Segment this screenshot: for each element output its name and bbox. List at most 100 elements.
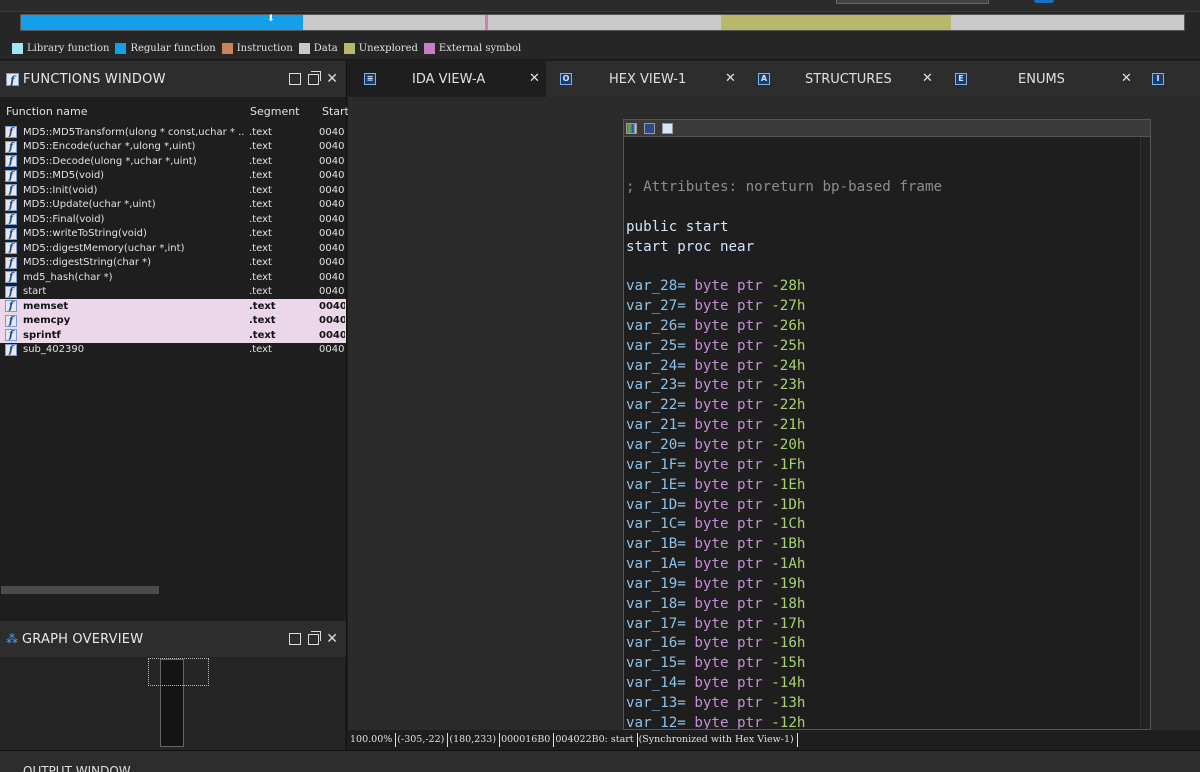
- horizontal-scrollbar[interactable]: [0, 585, 345, 595]
- code-var-line[interactable]: var_26= byte ptr -26h: [626, 317, 942, 337]
- function-start: 00401: [319, 126, 345, 138]
- function-row[interactable]: f MD5::Encode(uchar *,ulong *,uint) .text 0…: [0, 140, 346, 155]
- functions-list[interactable]: f MD5::MD5Transform(ulong * const,uchar *…: [0, 125, 346, 357]
- float-icon[interactable]: [308, 630, 322, 645]
- column-header-segment[interactable]: Segment: [250, 105, 300, 118]
- code-var-line[interactable]: var_28= byte ptr -28h: [626, 277, 942, 297]
- nav-segment-external-symbol[interactable]: [485, 15, 488, 30]
- legend-label: Library function: [27, 43, 110, 54]
- code-var-line[interactable]: var_22= byte ptr -22h: [626, 396, 942, 416]
- tab-more[interactable]: I: [1140, 61, 1200, 97]
- close-icon[interactable]: ✕: [326, 72, 338, 86]
- column-header-function-name[interactable]: Function name: [6, 105, 87, 118]
- toolbar-button[interactable]: [1034, 0, 1054, 3]
- code-var-line[interactable]: var_15= byte ptr -15h: [626, 654, 942, 674]
- code-var-line[interactable]: var_21= byte ptr -21h: [626, 416, 942, 436]
- maximize-icon[interactable]: [289, 633, 302, 645]
- output-window[interactable]: OUTPUT WINDOW: [0, 750, 1200, 772]
- nav-segment-data[interactable]: [491, 15, 719, 30]
- code-var-line[interactable]: var_14= byte ptr -14h: [626, 674, 942, 694]
- functions-window-title: FUNCTIONS WINDOW: [23, 71, 166, 87]
- tab-ida-view-a[interactable]: ≡ IDA VIEW-A ✕: [348, 61, 546, 97]
- edit-icon[interactable]: [644, 123, 655, 134]
- toolbar-strip: [0, 0, 1200, 12]
- code-var-line[interactable]: var_23= byte ptr -23h: [626, 376, 942, 396]
- tab-hex-view-1[interactable]: O HEX VIEW-1 ✕: [546, 61, 744, 97]
- graph-overview-canvas[interactable]: [0, 657, 345, 751]
- function-row[interactable]: f sprintf .text 0040: [0, 328, 346, 343]
- function-row[interactable]: f memcpy .text 0040: [0, 313, 346, 328]
- code-blank[interactable]: [626, 257, 942, 277]
- column-header-start[interactable]: Start: [322, 105, 349, 118]
- code-var-line[interactable]: var_20= byte ptr -20h: [626, 436, 942, 456]
- close-icon[interactable]: ✕: [326, 632, 338, 646]
- function-row[interactable]: f MD5::Update(uchar *,uint) .text 00401: [0, 198, 346, 213]
- legend-swatch: [221, 43, 233, 54]
- function-row[interactable]: f MD5::MD5(void) .text 00401: [0, 169, 346, 184]
- maximize-icon[interactable]: [289, 73, 302, 85]
- nav-segment-regular-function[interactable]: [21, 15, 303, 30]
- code-var-line[interactable]: var_24= byte ptr -24h: [626, 357, 942, 377]
- code-var-line[interactable]: var_1D= byte ptr -1Dh: [626, 496, 942, 516]
- nav-segment-data[interactable]: [954, 15, 1184, 30]
- function-row[interactable]: f MD5::Final(void) .text 00402: [0, 212, 346, 227]
- code-var-line[interactable]: var_17= byte ptr -17h: [626, 615, 942, 635]
- function-row[interactable]: f memset .text 0040: [0, 299, 346, 314]
- disassembly-listing[interactable]: ; Attributes: noreturn bp-based frame pu…: [626, 178, 942, 729]
- function-segment: .text: [249, 155, 272, 167]
- code-var-line[interactable]: var_1B= byte ptr -1Bh: [626, 535, 942, 555]
- function-row[interactable]: fstart .text 00402: [0, 285, 346, 300]
- function-segment: .text: [249, 242, 272, 254]
- legend-item: External symbol: [423, 43, 521, 54]
- code-public[interactable]: public start: [626, 218, 942, 238]
- graph-viewport-rect[interactable]: [148, 658, 209, 686]
- function-row[interactable]: f md5_hash(char *) .text 00402: [0, 270, 346, 285]
- function-row[interactable]: f MD5::MD5Transform(ulong * const,uchar *…: [0, 125, 346, 140]
- code-var-line[interactable]: var_1A= byte ptr -1Ah: [626, 555, 942, 575]
- function-icon: f: [5, 198, 17, 211]
- vertical-scrollbar[interactable]: [1140, 137, 1150, 729]
- graph-overview-header[interactable]: ⁂ GRAPH OVERVIEW ✕: [0, 621, 346, 657]
- code-var-line[interactable]: var_1F= byte ptr -1Fh: [626, 456, 942, 476]
- close-icon[interactable]: ✕: [725, 71, 736, 86]
- code-var-line[interactable]: var_27= byte ptr -27h: [626, 297, 942, 317]
- code-blank[interactable]: [626, 198, 942, 218]
- code-var-line[interactable]: var_18= byte ptr -18h: [626, 595, 942, 615]
- function-row[interactable]: f MD5::Init(void) .text 00401: [0, 183, 346, 198]
- navigation-band[interactable]: ⬇: [0, 0, 1200, 38]
- graph-node-code-block[interactable]: ; Attributes: noreturn bp-based frame pu…: [623, 119, 1151, 730]
- function-row[interactable]: f MD5::writeToString(void) .text 00402: [0, 227, 346, 242]
- function-row[interactable]: f MD5::digestMemory(uchar *,int) .text 0040…: [0, 241, 346, 256]
- functions-window-header[interactable]: f FUNCTIONS WINDOW ✕: [0, 61, 346, 97]
- scrollbar-thumb[interactable]: [1, 586, 159, 594]
- function-row[interactable]: f MD5::digestString(char *) .text 00402: [0, 256, 346, 271]
- code-var-line[interactable]: var_16= byte ptr -16h: [626, 634, 942, 654]
- tab-structures[interactable]: A STRUCTURES ✕: [744, 61, 942, 97]
- code-var-line[interactable]: var_19= byte ptr -19h: [626, 575, 942, 595]
- code-comment[interactable]: ; Attributes: noreturn bp-based frame: [626, 178, 942, 198]
- nav-segment-unexplored[interactable]: [721, 15, 951, 30]
- function-icon: f: [5, 126, 17, 138]
- code-var-line[interactable]: var_12= byte ptr -12h: [626, 714, 942, 729]
- close-icon[interactable]: ✕: [922, 71, 933, 86]
- function-icon: f: [5, 213, 17, 225]
- close-icon[interactable]: ✕: [1121, 71, 1132, 86]
- group-icon[interactable]: [662, 123, 673, 134]
- tab-enums[interactable]: E ENUMS ✕: [942, 61, 1140, 97]
- code-var-line[interactable]: var_13= byte ptr -13h: [626, 694, 942, 714]
- code-var-line[interactable]: var_25= byte ptr -25h: [626, 337, 942, 357]
- color-icon[interactable]: [626, 123, 637, 134]
- navigation-bar[interactable]: [20, 14, 1185, 31]
- float-icon[interactable]: [308, 70, 322, 85]
- code-var-line[interactable]: var_1E= byte ptr -1Eh: [626, 476, 942, 496]
- nav-segment-data[interactable]: [303, 15, 483, 30]
- current-address: 004022B0: start: [554, 733, 638, 747]
- code-proc[interactable]: start proc near: [626, 238, 942, 258]
- function-row[interactable]: f sub_402390 .text 00402: [0, 343, 346, 358]
- function-icon: f: [6, 72, 19, 87]
- function-row[interactable]: f MD5::Decode(ulong *,uchar *,uint) .text 0…: [0, 154, 346, 169]
- toolbar-combo[interactable]: [836, 0, 989, 4]
- close-icon[interactable]: ✕: [529, 71, 540, 86]
- ida-view-a[interactable]: ; Attributes: noreturn bp-based frame pu…: [348, 97, 1200, 730]
- code-var-line[interactable]: var_1C= byte ptr -1Ch: [626, 515, 942, 535]
